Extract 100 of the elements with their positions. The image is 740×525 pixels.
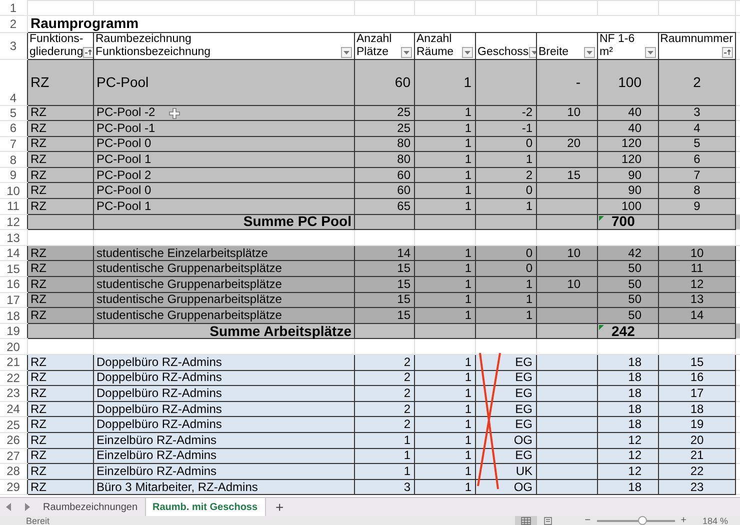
- table-cell: 2: [404, 354, 410, 369]
- sort-filter-icon[interactable]: [83, 46, 92, 58]
- zoom-in-button[interactable]: +: [674, 516, 692, 525]
- add-sheet-button[interactable]: +: [266, 498, 294, 516]
- column-header: Raumnummer: [660, 33, 733, 46]
- sort-filter-icon[interactable]: [722, 46, 732, 58]
- column-header: gliederung: [30, 46, 84, 58]
- table-cell: RZ: [30, 105, 46, 120]
- table-cell: 1: [526, 292, 532, 306]
- column-header: Raumbezeichnung: [96, 33, 192, 46]
- zoom-percentage: 184 %: [701, 516, 729, 525]
- table-cell: 1: [464, 261, 472, 276]
- filter-dropdown-icon[interactable]: [584, 46, 594, 58]
- table-cell: 100: [618, 74, 642, 90]
- table-cell: 65: [397, 198, 410, 213]
- sum-total: 242: [612, 322, 635, 339]
- column-header: Anzahl: [356, 33, 392, 46]
- table-cell: 18: [690, 402, 704, 416]
- table-cell: PC-Pool 0: [96, 136, 152, 150]
- table-cell: 40: [628, 105, 642, 120]
- table-cell: 12: [628, 432, 642, 447]
- status-text: Bereit: [26, 516, 51, 525]
- table-cell: 1: [464, 354, 472, 369]
- table-cell: 11: [690, 261, 704, 276]
- row-number: 5: [0, 105, 27, 121]
- table-cell: RZ: [30, 261, 46, 276]
- filter-dropdown-icon[interactable]: [340, 46, 352, 58]
- table-cell: RZ: [30, 354, 46, 369]
- table-cell: -1: [522, 120, 532, 135]
- table-cell: PC-Pool 1: [96, 198, 152, 213]
- table-cell: 1: [464, 432, 472, 447]
- column-header: Plätze: [356, 46, 388, 58]
- table-cell: 2: [404, 370, 410, 384]
- table-cell: 60: [397, 183, 410, 198]
- table-cell: 19: [690, 417, 704, 432]
- table-cell: 60: [397, 168, 410, 182]
- filter-dropdown-icon[interactable]: [462, 46, 472, 58]
- table-cell: 0: [526, 246, 532, 260]
- column-header: NF 1-6: [600, 33, 635, 46]
- row-number: 9: [0, 167, 27, 183]
- table-cell: 3: [694, 105, 700, 120]
- row-number: 29: [0, 479, 27, 495]
- table-cell: 7: [694, 168, 700, 182]
- sum-label: Summe PC Pool: [243, 213, 352, 230]
- table-cell: 1: [464, 464, 472, 478]
- table-cell: 1: [464, 246, 472, 260]
- table-cell: 1: [526, 308, 532, 322]
- row-number: 20: [0, 338, 27, 354]
- zoom-slider-thumb[interactable]: [638, 516, 648, 525]
- normal-view-icon[interactable]: [514, 516, 537, 525]
- table-cell: 10: [567, 246, 580, 260]
- table-cell: Einzelbüro RZ-Admins: [96, 464, 217, 478]
- table-cell: 1: [464, 308, 472, 322]
- table-cell: 20: [690, 432, 704, 447]
- filter-dropdown-icon[interactable]: [644, 46, 656, 58]
- table-cell: RZ: [30, 136, 46, 150]
- table-cell: 15: [567, 168, 580, 182]
- table-cell: studentische Gruppenarbeitsplätze: [96, 261, 282, 276]
- filter-dropdown-icon[interactable]: [400, 46, 412, 58]
- table-cell: RZ: [30, 448, 46, 462]
- sheet-tab[interactable]: Raumb. mit Geschoss: [146, 498, 266, 516]
- table-cell: 15: [397, 276, 410, 291]
- row-number: 27: [0, 448, 27, 464]
- table-cell: 100: [621, 198, 642, 213]
- table-cell: studentische Gruppenarbeitsplätze: [96, 308, 282, 322]
- table-cell: 1: [464, 183, 472, 198]
- row-number: 25: [0, 416, 27, 432]
- table-cell: studentische Gruppenarbeitsplätze: [96, 276, 282, 291]
- row-number: 24: [0, 401, 27, 417]
- zoom-out-button[interactable]: −: [578, 516, 597, 525]
- table-cell: 50: [628, 261, 642, 276]
- table-cell: Doppelbüro RZ-Admins: [96, 402, 222, 416]
- table-cell: 80: [397, 136, 410, 150]
- column-header: Breite: [538, 46, 569, 58]
- table-cell: EG: [515, 354, 532, 369]
- comment-marker-icon: [598, 216, 604, 221]
- table-cell: 1: [464, 120, 472, 135]
- row-number: 4: [0, 59, 27, 105]
- table-cell: 18: [628, 386, 642, 400]
- table-cell: EG: [515, 448, 532, 462]
- table-cell: 2: [526, 168, 532, 182]
- table-cell: 18: [628, 417, 642, 432]
- table-cell: 1: [464, 386, 472, 400]
- table-cell: 15: [397, 261, 410, 276]
- row-number: 21: [0, 354, 27, 370]
- table-cell: Doppelbüro RZ-Admins: [96, 386, 222, 400]
- table-cell: 25: [397, 105, 410, 120]
- table-cell: 40: [628, 120, 642, 135]
- column-header: Anzahl: [416, 33, 452, 46]
- row-number: 3: [0, 32, 27, 59]
- table-cell: 1: [464, 74, 472, 90]
- table-cell: 13: [690, 292, 704, 306]
- table-cell: RZ: [30, 168, 46, 182]
- sheet-title: Raumprogramm: [30, 14, 139, 30]
- row-number: 17: [0, 292, 27, 308]
- table-cell: 16: [690, 370, 704, 384]
- table-cell: Doppelbüro RZ-Admins: [96, 417, 222, 432]
- table-cell: 50: [628, 308, 642, 322]
- table-cell: OG: [514, 480, 532, 494]
- column-header: Funktionsbezeichnung: [96, 46, 211, 58]
